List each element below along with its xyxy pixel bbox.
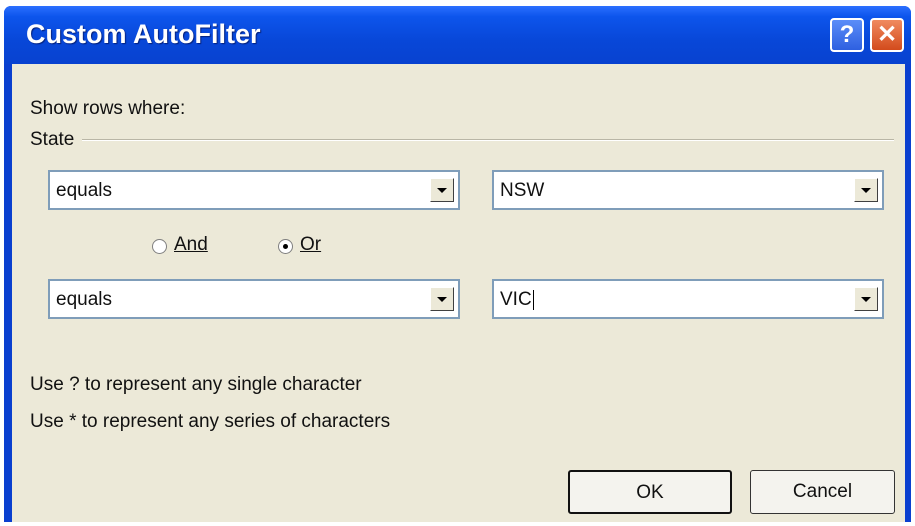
criteria2-value-text[interactable]: VIC: [500, 289, 532, 310]
criteria2-value-combo[interactable]: VIC: [492, 279, 884, 319]
title-bar[interactable]: Custom AutoFilter ? ✕: [4, 6, 911, 64]
cancel-button[interactable]: Cancel: [750, 470, 895, 514]
text-caret: [532, 289, 534, 310]
and-label-text: And: [174, 234, 208, 255]
chevron-down-icon: [861, 297, 871, 302]
criteria2-value-dropdown-button[interactable]: [854, 287, 878, 311]
hint-series-chars: Use * to represent any series of charact…: [30, 411, 391, 432]
and-radio-label[interactable]: And: [174, 234, 208, 256]
chevron-down-icon: [861, 188, 871, 193]
ok-button[interactable]: OK: [568, 470, 732, 514]
custom-autofilter-window: Custom AutoFilter ? ✕ Show rows where: S…: [4, 6, 911, 522]
criteria2-value-wrap: VIC: [500, 289, 534, 311]
close-button[interactable]: ✕: [870, 18, 904, 52]
criteria1-operator-value: equals: [56, 180, 112, 201]
close-icon: ✕: [876, 21, 898, 48]
criteria2-operator-value: equals: [56, 289, 112, 310]
and-radio[interactable]: [152, 239, 167, 254]
window-title: Custom AutoFilter: [26, 19, 261, 49]
or-radio-label[interactable]: Or: [300, 234, 321, 256]
hint-single-char: Use ? to represent any single character: [30, 374, 362, 395]
criteria2-operator-dropdown-button[interactable]: [430, 287, 454, 311]
criteria2-operator-select[interactable]: equals: [48, 279, 460, 319]
criteria1-operator-dropdown-button[interactable]: [430, 178, 454, 202]
dialog-body: Show rows where: State equals NSW And Or…: [12, 64, 905, 522]
field-label: State: [30, 129, 75, 150]
criteria1-value-text: NSW: [500, 180, 545, 201]
or-label-text: Or: [300, 234, 322, 255]
help-button[interactable]: ?: [830, 18, 864, 52]
help-icon: ?: [839, 21, 855, 48]
criteria1-operator-select[interactable]: equals: [48, 170, 460, 210]
chevron-down-icon: [437, 297, 447, 302]
criteria1-value-combo[interactable]: NSW: [492, 170, 884, 210]
criteria1-value-dropdown-button[interactable]: [854, 178, 878, 202]
or-radio[interactable]: [278, 239, 293, 254]
group-divider: [82, 139, 894, 141]
show-rows-label: Show rows where:: [30, 98, 186, 119]
chevron-down-icon: [437, 188, 447, 193]
